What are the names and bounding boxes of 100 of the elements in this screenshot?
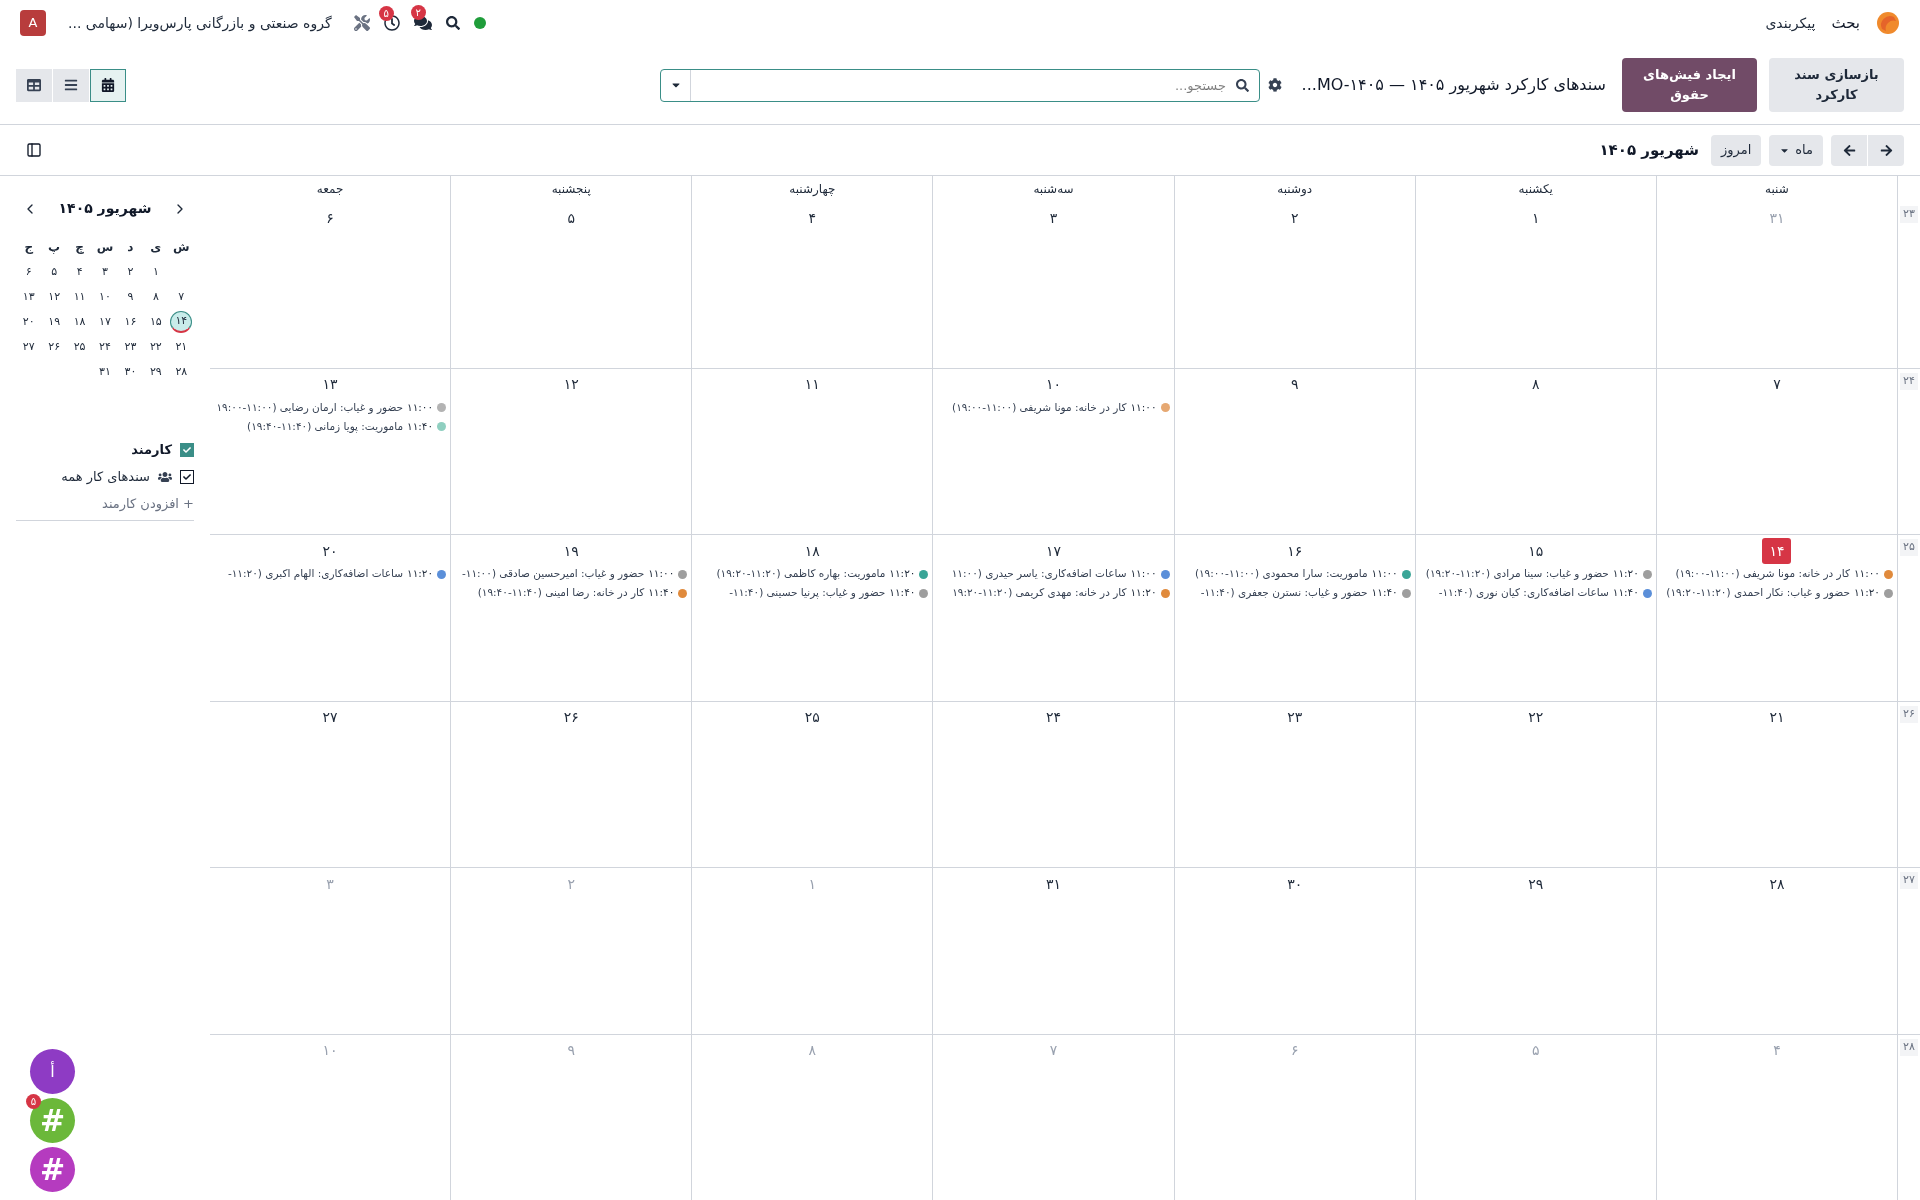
event-title[interactable]: حضور و غیاب: ارمان رضایی (۱۱:۰۰-۱۹:۰۰ bbox=[216, 399, 404, 416]
day-number[interactable]: ۲۹ bbox=[1528, 873, 1544, 895]
mini-calendar-day[interactable]: ۵ bbox=[51, 263, 58, 281]
event-time[interactable]: ۱۱:۴۰ bbox=[648, 585, 675, 601]
event-title[interactable]: حضور و غیاب: نکار احمدی (۱۱:۲۰-۱۹:۲۰) bbox=[1666, 585, 1850, 601]
event-time[interactable]: ۱۱:۲۰ bbox=[407, 566, 434, 582]
day-number[interactable]: ۲۴ bbox=[1046, 707, 1062, 728]
view-switch-button[interactable] bbox=[90, 68, 126, 102]
event-time[interactable]: ۱۱:۰۰ bbox=[1130, 399, 1157, 416]
day-number[interactable]: ۳۱ bbox=[1046, 873, 1062, 895]
mini-calendar-day[interactable]: ۷ bbox=[178, 288, 185, 306]
day-number[interactable]: ۱۱ bbox=[804, 374, 820, 395]
search-icon[interactable] bbox=[1236, 78, 1249, 92]
day-number[interactable]: ۹ bbox=[1290, 374, 1299, 395]
mini-calendar-day[interactable]: ۲۱ bbox=[175, 338, 188, 356]
next-button[interactable] bbox=[1831, 134, 1867, 166]
event-title[interactable]: کار در خانه: مهدی کریمی (۱۱:۲۰-۱۹:۲۰ bbox=[952, 585, 1127, 601]
mini-calendar-day[interactable]: ۱۷ bbox=[99, 313, 111, 331]
mini-calendar-day[interactable]: ۱۸ bbox=[73, 313, 86, 331]
event-time[interactable]: ۱۱:۲۰ bbox=[1130, 585, 1157, 601]
event-time[interactable]: ۱۱:۲۰ bbox=[1853, 585, 1880, 601]
mini-calendar-day[interactable]: ۱۵ bbox=[149, 313, 162, 331]
event-time[interactable]: ۱۱:۰۰ bbox=[1130, 566, 1157, 582]
action-button[interactable]: بازسازی سند کارکرد bbox=[1769, 58, 1904, 112]
event-title[interactable]: حضور و غیاب: سینا مرادی (۱۱:۲۰-۱۹:۲۰) bbox=[1425, 566, 1609, 582]
mini-calendar-day[interactable]: ۲۵ bbox=[73, 338, 86, 356]
mini-calendar-day[interactable]: ۲۶ bbox=[48, 338, 61, 356]
mini-calendar-day[interactable]: ۱۴ bbox=[170, 311, 193, 333]
mini-calendar-day[interactable]: ۳ bbox=[102, 263, 108, 281]
day-number[interactable]: ۲۰ bbox=[322, 540, 338, 562]
event-title[interactable]: کار در خانه: رضا امینی (۱۱:۴۰-۱۹:۴۰) bbox=[477, 585, 645, 601]
mini-calendar-day[interactable]: ۱۶ bbox=[124, 313, 137, 331]
mini-calendar-day[interactable]: ۲۰ bbox=[22, 313, 35, 331]
mini-calendar-day[interactable]: ۶ bbox=[25, 263, 32, 281]
search-bar[interactable]: جستجو... bbox=[660, 68, 1260, 102]
event-title[interactable]: ماموریت: سارا محمودی (۱۱:۰۰-۱۹:۰۰) bbox=[1194, 566, 1368, 582]
day-number[interactable]: ۱۷ bbox=[1046, 540, 1062, 562]
day-number[interactable]: ۵ bbox=[567, 207, 575, 229]
event-title[interactable]: حضور و غیاب: امیرحسین صادقی (۱۱:۰۰- bbox=[461, 566, 645, 582]
event-title[interactable]: کار در خانه: مونا شریفی (۱۱:۰۰-۱۹:۰۰) bbox=[1675, 566, 1850, 582]
event-time[interactable]: ۱۱:۰۰ bbox=[1371, 566, 1398, 582]
event-time[interactable]: ۱۱:۰۰ bbox=[407, 399, 434, 416]
event-time[interactable]: ۱۱:۴۰ bbox=[1371, 585, 1398, 601]
event-time[interactable]: ۱۱:۰۰ bbox=[648, 566, 675, 582]
event-title[interactable]: ساعات اضافه‌کاری: کیان نوری (۱۱:۴۰- bbox=[1438, 585, 1609, 601]
mini-calendar-day[interactable]: ۲۹ bbox=[149, 363, 162, 381]
day-number[interactable]: ۷ bbox=[1773, 374, 1781, 395]
scale-dropdown[interactable]: ماه bbox=[1769, 134, 1823, 166]
action-button[interactable]: ایجاد فیش‌های حقوق bbox=[1622, 58, 1757, 112]
event-time[interactable]: ۱۱:۰۰ bbox=[1853, 566, 1880, 582]
app-name[interactable]: بحث bbox=[1831, 11, 1860, 35]
day-number[interactable]: ۱۶ bbox=[1287, 540, 1303, 562]
event-title[interactable]: ماموریت: پویا زمانی (۱۱:۴۰-۱۹:۴۰) bbox=[247, 418, 404, 435]
day-number[interactable]: ۲۵ bbox=[804, 707, 820, 728]
filter-checkbox[interactable] bbox=[180, 442, 194, 457]
add-employee-link[interactable]: + افزودن کارمند bbox=[16, 494, 194, 514]
view-switch-button[interactable] bbox=[16, 68, 52, 102]
mini-calendar-day[interactable]: ۱۰ bbox=[99, 288, 111, 306]
event-time[interactable]: ۱۱:۲۰ bbox=[889, 566, 916, 582]
event-title[interactable]: کار در خانه: مونا شریفی (۱۱:۰۰-۱۹:۰۰) bbox=[952, 399, 1127, 416]
day-number[interactable]: ۲۸ bbox=[1769, 873, 1785, 895]
filter-checkbox[interactable] bbox=[180, 469, 194, 484]
mini-calendar-day[interactable]: ۳۱ bbox=[99, 363, 111, 381]
event-title[interactable]: حضور و غیاب: نسترن جعفری (۱۱:۴۰- bbox=[1200, 585, 1368, 601]
user-avatar[interactable]: A bbox=[20, 10, 46, 36]
view-switch-button[interactable] bbox=[53, 68, 89, 102]
logo-icon[interactable] bbox=[1876, 11, 1900, 35]
event-time[interactable]: ۱۱:۴۰ bbox=[889, 585, 916, 601]
mini-calendar-day[interactable]: ۲ bbox=[127, 263, 134, 281]
day-number[interactable]: ۱۸ bbox=[804, 540, 820, 562]
menu-item[interactable]: پیکربندی bbox=[1765, 12, 1816, 34]
tools-icon[interactable] bbox=[353, 15, 370, 31]
settings-icon[interactable] bbox=[1267, 78, 1282, 92]
search-icon[interactable] bbox=[445, 16, 460, 30]
previous-button[interactable] bbox=[1868, 134, 1904, 166]
event-time[interactable]: ۱۱:۴۰ bbox=[1612, 585, 1639, 601]
mini-calendar-day[interactable]: ۲۸ bbox=[175, 363, 188, 381]
mini-calendar-day[interactable]: ۱۱ bbox=[73, 288, 86, 306]
event-title[interactable]: ساعات اضافه‌کاری: یاسر حیدری (۱۱:۰۰ bbox=[951, 566, 1127, 582]
day-number[interactable]: ۲۷ bbox=[322, 707, 338, 728]
day-number[interactable]: ۱۴ bbox=[1762, 538, 1792, 564]
mini-calendar-day[interactable]: ۱ bbox=[152, 263, 159, 281]
today-button[interactable]: امروز bbox=[1710, 134, 1762, 166]
day-number[interactable]: ۸ bbox=[1532, 374, 1540, 395]
mini-calendar-day[interactable]: ۴ bbox=[76, 263, 83, 281]
mini-calendar-day[interactable]: ۲۴ bbox=[99, 338, 111, 356]
mini-calendar-day[interactable]: ۲۷ bbox=[22, 338, 35, 356]
mini-calendar-day[interactable]: ۱۲ bbox=[48, 288, 61, 306]
event-title[interactable]: ماموریت: بهاره کاظمی (۱۱:۲۰-۱۹:۲۰) bbox=[716, 566, 886, 582]
company-name[interactable]: گروه صنعتی و بازرگانی پارس‌ویرا (سهامی ... bbox=[68, 12, 332, 34]
day-number[interactable]: ۲۲ bbox=[1528, 707, 1544, 728]
day-number[interactable]: ۲۱ bbox=[1769, 707, 1785, 728]
event-time[interactable]: ۱۱:۲۰ bbox=[1612, 566, 1639, 582]
day-number[interactable]: ۱۹ bbox=[563, 540, 579, 562]
search-field[interactable]: جستجو... bbox=[691, 69, 1226, 101]
event-time[interactable]: ۱۱:۴۰ bbox=[407, 418, 434, 435]
day-number[interactable]: ۱۳ bbox=[322, 374, 338, 395]
mini-calendar-day[interactable]: ۱۳ bbox=[22, 288, 35, 306]
sidebar-toggle-icon[interactable] bbox=[26, 142, 42, 158]
day-number[interactable]: ۱۲ bbox=[563, 374, 579, 395]
